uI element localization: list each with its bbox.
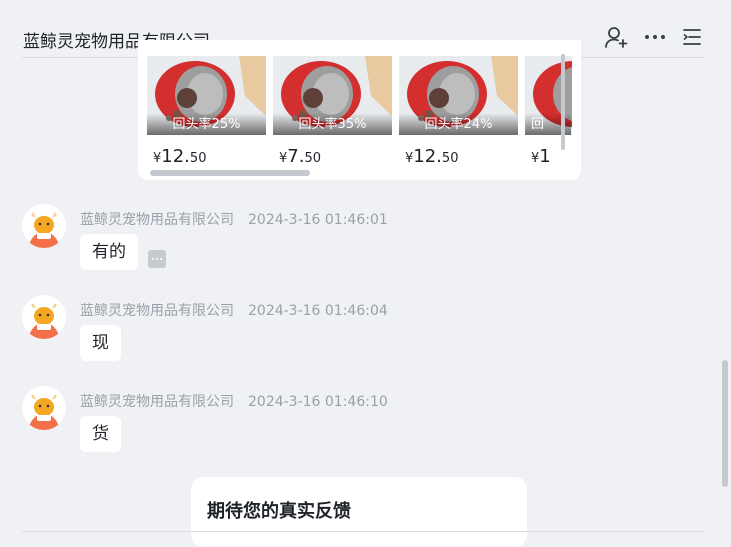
product-item[interactable]: 回头率35% ¥7.50 [273, 56, 392, 168]
input-divider [22, 531, 705, 532]
product-price: ¥12.50 [153, 146, 207, 167]
message-time: 2024-3-16 01:46:04 [248, 303, 388, 319]
product-price: ¥1 [531, 146, 551, 167]
message-more-icon[interactable] [148, 250, 166, 268]
feedback-card[interactable]: 期待您的真实反馈 [191, 477, 527, 547]
repurchase-rate-label: 回头率24% [399, 113, 518, 135]
sender-name: 蓝鲸灵宠物用品有限公司 [80, 303, 234, 319]
product-image: 回头率24% [399, 56, 518, 135]
sender-name: 蓝鲸灵宠物用品有限公司 [80, 212, 234, 228]
product-card-vertical-scrollbar[interactable] [561, 54, 565, 150]
sender-name: 蓝鲸灵宠物用品有限公司 [80, 394, 234, 410]
avatar[interactable] [22, 295, 66, 339]
message-time: 2024-3-16 01:46:01 [248, 212, 388, 228]
product-strip-horizontal-scrollbar[interactable] [150, 170, 310, 176]
message-time: 2024-3-16 01:46:10 [248, 394, 388, 410]
message-meta: 蓝鲸灵宠物用品有限公司 2024-3-16 01:46:10 [80, 391, 388, 411]
message-meta: 蓝鲸灵宠物用品有限公司 2024-3-16 01:46:04 [80, 300, 388, 320]
feedback-title: 期待您的真实反馈 [207, 501, 351, 522]
product-price: ¥7.50 [279, 146, 322, 167]
message-item: 蓝鲸灵宠物用品有限公司 2024-3-16 01:46:10 货 [22, 386, 522, 466]
product-price: ¥12.50 [405, 146, 459, 167]
message-bubble[interactable]: 现 [80, 325, 121, 361]
avatar[interactable] [22, 204, 66, 248]
product-strip[interactable]: 回头率25% ¥12.50 回头率35% ¥7.50 回头率24% ¥12.50… [147, 56, 572, 168]
product-item[interactable]: 回头率24% ¥12.50 [399, 56, 518, 168]
repurchase-rate-label: 回头率25% [147, 113, 266, 135]
product-image: 回头率35% [273, 56, 392, 135]
message-bubble[interactable]: 有的 [80, 234, 138, 270]
message-item: 蓝鲸灵宠物用品有限公司 2024-3-16 01:46:01 有的 [22, 204, 522, 284]
add-contact-icon[interactable] [604, 25, 628, 49]
more-icon[interactable] [643, 25, 667, 49]
product-item[interactable]: 回头率25% ¥12.50 [147, 56, 266, 168]
message-bubble[interactable]: 货 [80, 416, 121, 452]
product-recommend-card: 回头率25% ¥12.50 回头率35% ¥7.50 回头率24% ¥12.50… [138, 40, 581, 180]
message-item: 蓝鲸灵宠物用品有限公司 2024-3-16 01:46:04 现 [22, 295, 522, 375]
menu-list-icon[interactable] [680, 25, 704, 49]
chat-scrollbar[interactable] [722, 360, 728, 487]
repurchase-rate-label: 回头率35% [273, 113, 392, 135]
message-meta: 蓝鲸灵宠物用品有限公司 2024-3-16 01:46:01 [80, 209, 388, 229]
product-image: 回头率25% [147, 56, 266, 135]
avatar[interactable] [22, 386, 66, 430]
